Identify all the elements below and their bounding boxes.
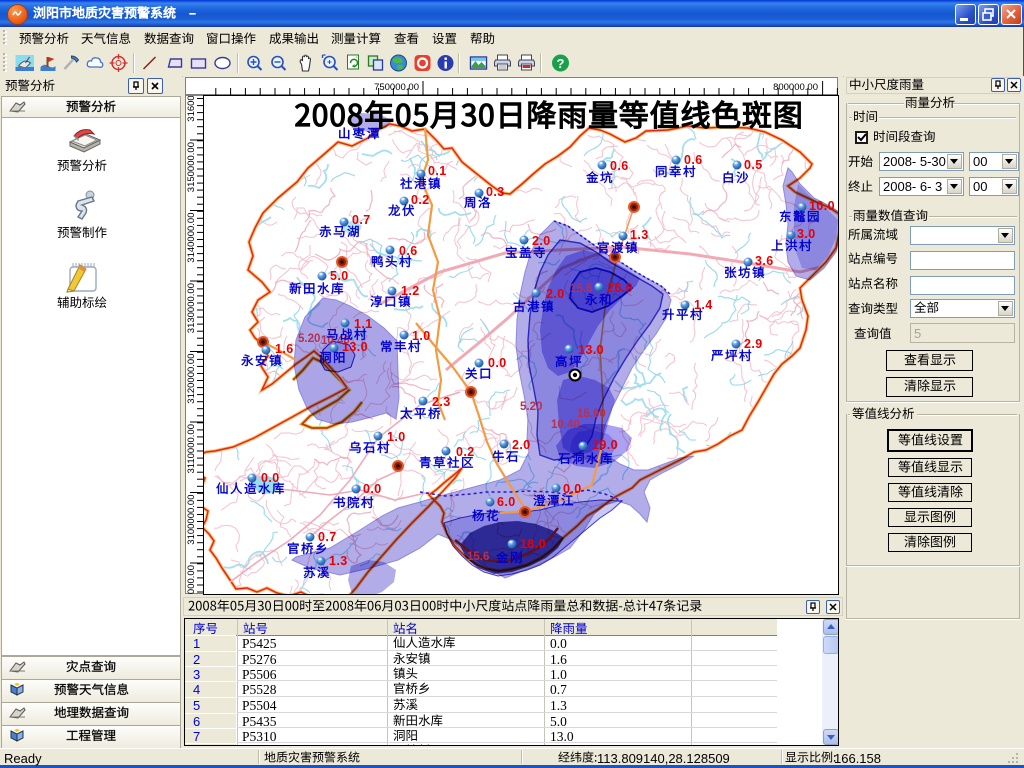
svg-text:0.2: 0.2 xyxy=(411,193,430,207)
svg-text:1.0: 1.0 xyxy=(412,329,431,343)
svg-text:3.6: 3.6 xyxy=(755,254,774,268)
svg-text:0.3: 0.3 xyxy=(486,185,505,199)
svg-text:3120000.00: 3120000.00 xyxy=(186,354,197,404)
svg-text:1.3: 1.3 xyxy=(630,228,649,242)
svg-text:10.40: 10.40 xyxy=(551,419,580,431)
svg-text:19.0: 19.0 xyxy=(592,438,618,452)
svg-text:0.0: 0.0 xyxy=(363,482,382,496)
svg-text:0.7: 0.7 xyxy=(352,213,371,227)
svg-text:2.9: 2.9 xyxy=(744,337,763,351)
svg-text:3140000.00: 3140000.00 xyxy=(186,213,197,263)
svg-text:?: ? xyxy=(557,56,565,71)
svg-text:3150000.00: 3150000.00 xyxy=(186,142,197,192)
svg-text:15.6: 15.6 xyxy=(570,283,592,295)
svg-text:3130000.00: 3130000.00 xyxy=(186,283,197,333)
svg-text:18.0: 18.0 xyxy=(520,537,546,551)
svg-text:0.5: 0.5 xyxy=(744,158,763,172)
svg-text:3160000.00: 3160000.00 xyxy=(186,96,197,122)
svg-text:3.0: 3.0 xyxy=(797,227,816,241)
svg-text:3110000.00: 3110000.00 xyxy=(186,424,197,474)
svg-text:0.7: 0.7 xyxy=(318,530,337,544)
svg-text:15.60: 15.60 xyxy=(577,408,606,420)
svg-text:1.0: 1.0 xyxy=(387,430,406,444)
svg-text:3090000.00: 3090000.00 xyxy=(186,565,197,594)
svg-text:1.6: 1.6 xyxy=(275,342,294,356)
svg-text:13.0: 13.0 xyxy=(578,343,604,357)
svg-text:0.2: 0.2 xyxy=(456,445,475,459)
svg-text:1.2: 1.2 xyxy=(401,284,420,298)
svg-text:0.0: 0.0 xyxy=(563,482,582,496)
svg-text:5.0: 5.0 xyxy=(330,269,349,283)
svg-text:10.0: 10.0 xyxy=(809,199,835,213)
svg-text:0.6: 0.6 xyxy=(684,153,703,167)
svg-text:0.0: 0.0 xyxy=(488,356,507,370)
svg-text:15.6: 15.6 xyxy=(467,551,489,563)
svg-text:5.20: 5.20 xyxy=(520,401,542,413)
svg-text:2.0: 2.0 xyxy=(512,438,531,452)
svg-text:0.6: 0.6 xyxy=(610,159,629,173)
svg-text:13.0: 13.0 xyxy=(342,340,368,354)
svg-text:1.1: 1.1 xyxy=(354,317,373,331)
svg-text:3100000.00: 3100000.00 xyxy=(186,495,197,545)
svg-text:26.0: 26.0 xyxy=(607,281,633,295)
svg-text:750000.00: 750000.00 xyxy=(374,82,419,93)
svg-text:0.6: 0.6 xyxy=(399,244,418,258)
svg-text:1.3: 1.3 xyxy=(329,554,348,568)
svg-text:2.0: 2.0 xyxy=(546,287,565,301)
svg-text:6.0: 6.0 xyxy=(497,495,516,509)
svg-text:0.1: 0.1 xyxy=(428,164,447,178)
svg-text:0.0: 0.0 xyxy=(261,471,280,485)
svg-text:2.3: 2.3 xyxy=(432,395,451,409)
svg-text:5.20: 5.20 xyxy=(298,333,320,345)
svg-text:1.4: 1.4 xyxy=(694,298,713,312)
svg-text:2.0: 2.0 xyxy=(532,234,551,248)
svg-text:800000.00: 800000.00 xyxy=(773,82,818,93)
